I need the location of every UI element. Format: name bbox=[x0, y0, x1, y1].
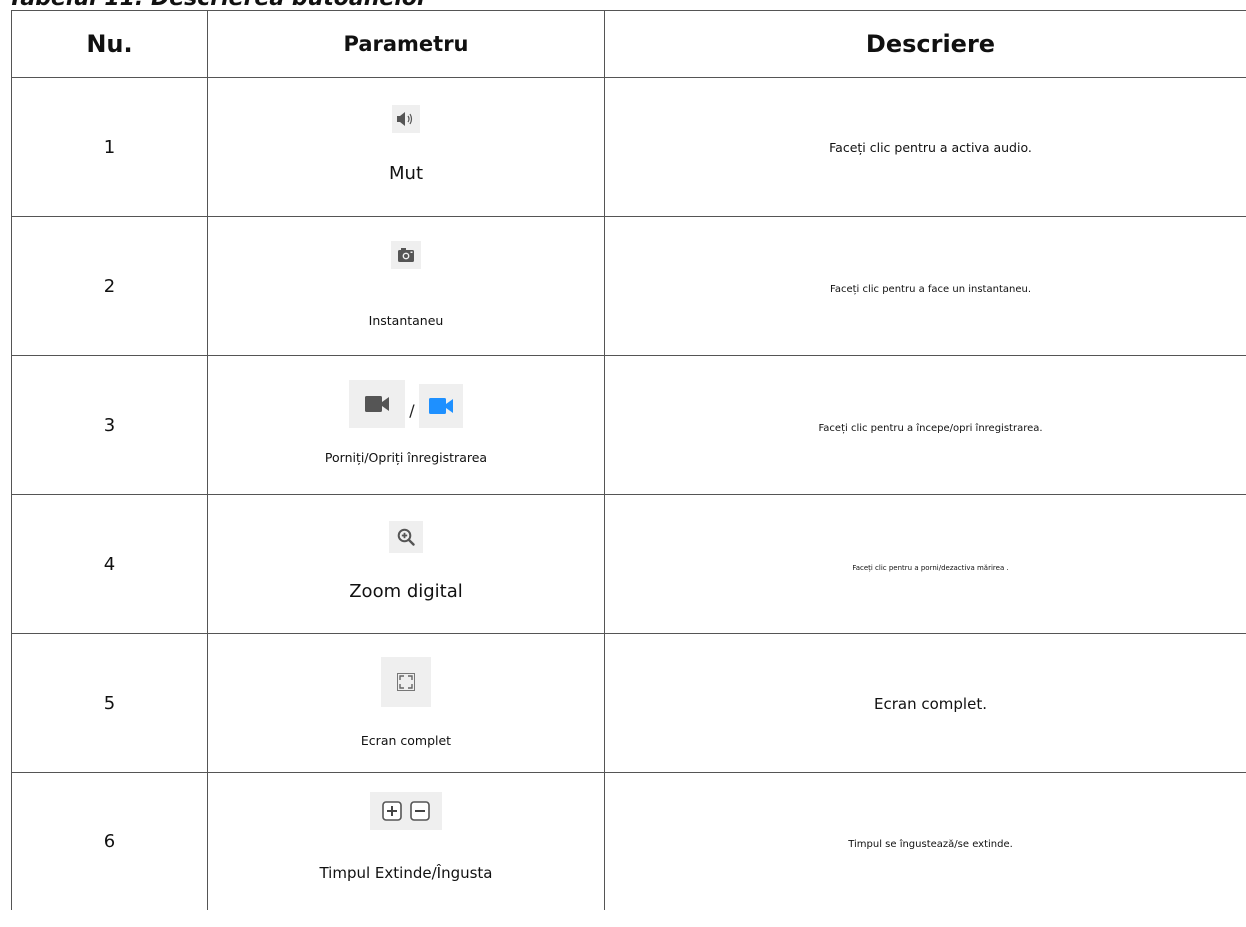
table-row: 3 / Porniți/Opriți înregistrarea Faceți … bbox=[11, 355, 1246, 495]
table-row: 6 Timpul Extinde/Îngusta Timpul se îngus… bbox=[11, 772, 1246, 910]
description-text: Faceți clic pentru a porni/dezactiva măr… bbox=[852, 563, 1009, 572]
row-number: 2 bbox=[11, 216, 208, 356]
parameter-cell: / Porniți/Opriți înregistrarea bbox=[207, 355, 605, 495]
icon-separator: / bbox=[409, 400, 415, 420]
parameter-cell: Zoom digital bbox=[207, 494, 605, 634]
description-cell: Timpul se îngustează/se extinde. bbox=[604, 772, 1246, 910]
description-text: Faceți clic pentru a începe/opri înregis… bbox=[818, 422, 1043, 434]
description-text: Timpul se îngustează/se extinde. bbox=[848, 839, 1013, 850]
minus-icon bbox=[410, 800, 430, 821]
description-text: Ecran complet. bbox=[874, 694, 987, 713]
row-number: 4 bbox=[11, 494, 208, 634]
parameter-label: Mut bbox=[389, 162, 423, 184]
description-cell: Faceți clic pentru a face un instantaneu… bbox=[604, 216, 1246, 356]
table-row: 5 Ecran complet Ecran complet. bbox=[11, 633, 1246, 773]
button-description-table: Nu. Parametru Descriere 1 Mut Faceți cli… bbox=[11, 10, 1246, 910]
description-cell: Faceți clic pentru a începe/opri înregis… bbox=[604, 355, 1246, 495]
parameter-label: Instantaneu bbox=[368, 312, 444, 328]
fullscreen-icon bbox=[381, 656, 431, 707]
row-number: 3 bbox=[11, 355, 208, 495]
parameter-cell: Timpul Extinde/Îngusta bbox=[207, 772, 605, 910]
row-number: 5 bbox=[11, 633, 208, 773]
parameter-label: Ecran complet bbox=[360, 732, 452, 748]
table-row: 2 Instantaneu Faceți clic pentru a face … bbox=[11, 216, 1246, 356]
video-camera-icon bbox=[349, 379, 406, 428]
parameter-cell: Ecran complet bbox=[207, 633, 605, 773]
header-number: Nu. bbox=[11, 10, 208, 78]
speaker-icon bbox=[392, 104, 420, 133]
table-row: 4 Zoom digital Faceți clic pentru a porn… bbox=[11, 494, 1246, 634]
camera-icon bbox=[391, 240, 421, 269]
parameter-label: Timpul Extinde/Îngusta bbox=[319, 863, 493, 882]
parameter-cell: Instantaneu bbox=[207, 216, 605, 356]
header-parameter: Parametru bbox=[207, 10, 605, 78]
parameter-label: Porniți/Opriți înregistrarea bbox=[324, 449, 488, 465]
row-number: 6 bbox=[11, 772, 208, 910]
description-text: Faceți clic pentru a face un instantaneu… bbox=[829, 283, 1031, 295]
description-text: Faceți clic pentru a activa audio. bbox=[829, 140, 1032, 155]
plus-icon bbox=[382, 800, 402, 821]
time-zoom-icons bbox=[370, 791, 442, 830]
table-header-row: Nu. Parametru Descriere bbox=[11, 10, 1246, 78]
description-cell: Faceți clic pentru a porni/dezactiva măr… bbox=[604, 494, 1246, 634]
table-row: 1 Mut Faceți clic pentru a activa audio. bbox=[11, 77, 1246, 217]
video-camera-active-icon bbox=[418, 383, 463, 428]
parameter-cell: Mut bbox=[207, 77, 605, 217]
description-cell: Faceți clic pentru a activa audio. bbox=[604, 77, 1246, 217]
parameter-label: Zoom digital bbox=[349, 580, 463, 602]
zoom-in-icon bbox=[389, 520, 423, 553]
row-number: 1 bbox=[11, 77, 208, 217]
header-description: Descriere bbox=[604, 10, 1246, 78]
description-cell: Ecran complet. bbox=[604, 633, 1246, 773]
